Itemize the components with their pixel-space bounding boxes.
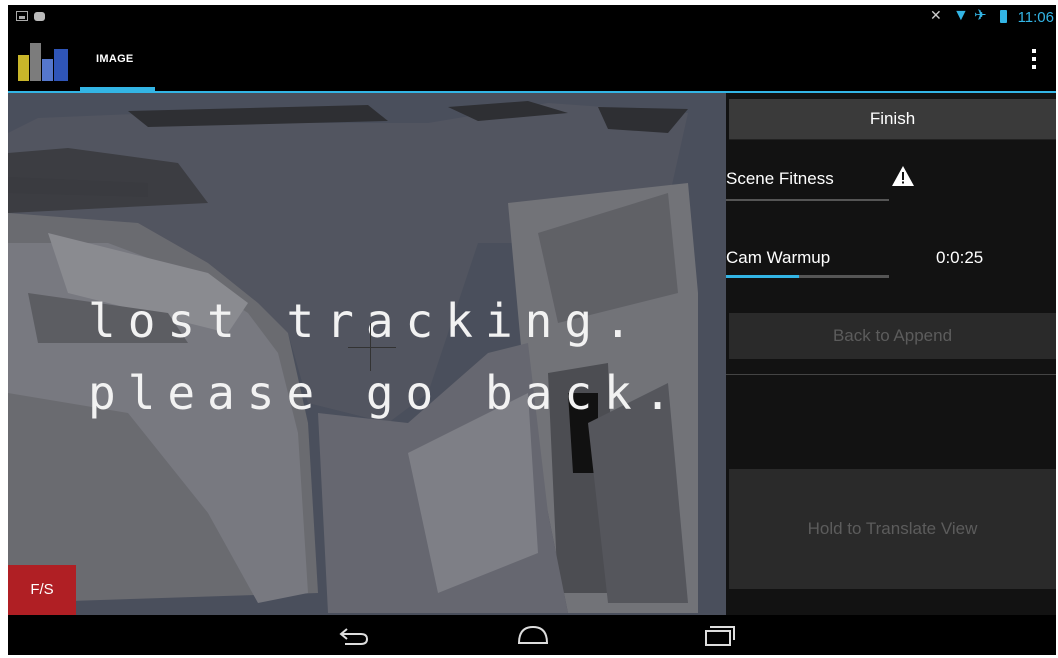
game-controller-icon: [34, 12, 45, 21]
wifi-icon: ▼: [953, 7, 969, 24]
side-panel: Finish Scene Fitness Cam Warmup 0:0:25 B…: [726, 93, 1056, 615]
airplane-icon: ✈: [974, 7, 987, 24]
action-bar: IMAGE: [8, 29, 1056, 91]
recents-icon[interactable]: [698, 621, 738, 649]
crosshair-horizontal: [348, 347, 396, 348]
panel-divider: [726, 374, 1056, 375]
battery-icon: [1000, 10, 1007, 23]
device-screen: ✕ ▼ ✈ 11:06 IMAGE lost tracking. please …: [8, 5, 1056, 655]
status-bar: ✕ ▼ ✈ 11:06: [8, 5, 1056, 29]
cam-warmup-label: Cam Warmup: [726, 248, 831, 267]
warning-icon: [892, 166, 914, 186]
finish-button[interactable]: Finish: [729, 99, 1056, 140]
scene-fitness-label: Scene Fitness: [726, 169, 834, 188]
home-icon[interactable]: [513, 621, 553, 649]
mute-icon: ✕: [930, 7, 942, 23]
cam-warmup-progress: [726, 275, 889, 278]
hold-to-translate-view-button[interactable]: Hold to Translate View: [729, 469, 1056, 589]
tab-image-label: IMAGE: [96, 53, 134, 65]
gallery-icon: [16, 11, 28, 21]
status-time: 11:06: [1017, 9, 1054, 26]
scene-fitness-bar: [726, 199, 889, 201]
overflow-menu-icon[interactable]: [1030, 49, 1038, 75]
scan-viewport[interactable]: lost tracking. please go back. F/S: [8, 93, 726, 615]
fs-button[interactable]: F/S: [8, 565, 76, 615]
back-icon[interactable]: [333, 621, 373, 649]
lost-tracking-message: lost tracking. please go back.: [88, 294, 684, 420]
cam-warmup-progress-fill: [726, 275, 800, 278]
navigation-bar: [8, 615, 1056, 655]
tab-image[interactable]: IMAGE: [80, 29, 155, 91]
app-logo-icon: [18, 41, 74, 81]
back-to-append-button[interactable]: Back to Append: [729, 313, 1056, 359]
cam-warmup-time: 0:0:25: [936, 248, 984, 267]
